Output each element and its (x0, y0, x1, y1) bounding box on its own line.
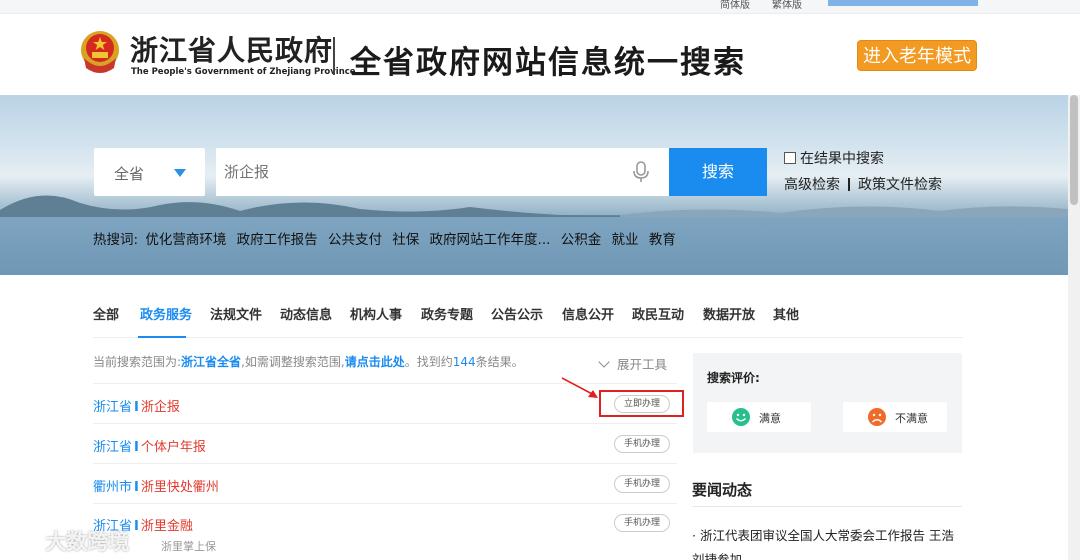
smile-face-icon (732, 408, 750, 426)
scope-found-suffix: 条结果。 (475, 355, 524, 369)
result-meta: 浙里掌上保 (161, 540, 216, 553)
page-title: 全省政府网站信息统一搜索 (350, 45, 746, 81)
caret-down-icon (174, 169, 186, 177)
scrollbar-thumb[interactable] (1070, 95, 1078, 205)
scope-found-prefix: 。找到约 (404, 355, 453, 369)
result-region: 浙江省 (93, 440, 133, 455)
search-scope-info: 当前搜索范围为:浙江省全省,如需调整搜索范围,请点击此处。找到约144条结果。 (93, 353, 524, 370)
top-login-area[interactable] (828, 0, 978, 6)
result-name: 浙企报 (140, 400, 180, 415)
tab-announcements[interactable]: 公告公示 (491, 304, 543, 323)
result-row: 浙江省 I 浙里金融 手机办理 浙里掌上保 (93, 503, 677, 560)
page-scrollbar[interactable] (1068, 95, 1080, 560)
result-name: 浙里金融 (140, 519, 193, 534)
result-row: 浙江省 I 个体户年报 手机办理 (93, 424, 677, 464)
policy-search-link[interactable]: 政策文件检索 (858, 177, 942, 193)
scope-middle: ,如需调整搜索范围, (241, 355, 345, 369)
watermark: 大数跨境 (8, 526, 129, 556)
region-select-value: 全省 (114, 165, 145, 183)
result-separator: I (134, 400, 139, 415)
search-in-results-checkbox[interactable] (784, 152, 796, 164)
top-link-simplified[interactable]: 简体版 (720, 0, 750, 11)
active-tab-indicator (138, 336, 186, 338)
site-header: 浙江省人民政府 The People's Government of Zheji… (0, 15, 1080, 95)
category-tabs: 全部 政务服务 法规文件 动态信息 机构人事 政务专题 公告公示 信息公开 政民… (93, 304, 963, 338)
hot-word[interactable]: 优化营商环境 (145, 232, 226, 248)
tab-special-topics[interactable]: 政务专题 (421, 304, 473, 323)
result-separator: I (134, 519, 139, 534)
hot-search-label: 热搜词: (93, 232, 139, 248)
hot-word[interactable]: 社保 (392, 232, 419, 248)
advanced-search-link[interactable]: 高级检索 (784, 177, 840, 193)
watermark-logo-icon (9, 531, 37, 550)
hot-word[interactable]: 政府工作报告 (237, 232, 318, 248)
result-title[interactable]: 浙江省 I 个体户年报 (93, 436, 206, 455)
expand-tools-label: 展开工具 (617, 357, 668, 372)
tab-regulations[interactable]: 法规文件 (210, 304, 262, 323)
annotation-arrow-icon (561, 377, 598, 398)
search-input[interactable] (216, 148, 669, 196)
header-divider (333, 37, 335, 75)
region-select[interactable]: 全省 (94, 148, 205, 196)
microphone-icon[interactable] (632, 161, 650, 183)
top-strip: 简体版 繁体版 (0, 0, 1080, 14)
search-evaluation-panel: 搜索评价: 满意 不满意 (693, 353, 962, 453)
result-title[interactable]: 浙江省 I 浙企报 (93, 396, 180, 415)
hot-word[interactable]: 教育 (649, 232, 676, 248)
result-name: 浙里快处衢州 (140, 480, 219, 495)
satisfied-button[interactable]: 满意 (707, 402, 811, 432)
result-separator: I (134, 480, 139, 495)
unsatisfied-button[interactable]: 不满意 (843, 402, 947, 432)
national-emblem-icon (81, 31, 119, 73)
tab-personnel[interactable]: 机构人事 (350, 304, 402, 323)
result-name: 个体户年报 (140, 440, 206, 455)
elder-mode-button[interactable]: 进入老年模式 (857, 40, 977, 71)
result-region: 衢州市 (93, 480, 133, 495)
result-count: 144 (452, 355, 476, 369)
tab-news-info[interactable]: 动态信息 (280, 304, 332, 323)
result-region: 浙江省 (93, 400, 133, 415)
scope-adjust-link[interactable]: 请点击此处 (345, 355, 405, 369)
annotation-highlight-box (599, 390, 684, 417)
site-logo-text[interactable]: 浙江省人民政府 (130, 29, 333, 69)
hot-word[interactable]: 就业 (612, 232, 639, 248)
tab-government-services[interactable]: 政务服务 (140, 304, 192, 323)
expand-tools-toggle[interactable]: 展开工具 (598, 354, 668, 373)
hot-search-words: 热搜词: 优化营商环境 政府工作报告 公共支付 社保 政府网站工作年度... 公… (93, 228, 682, 248)
top-link-traditional[interactable]: 繁体版 (772, 0, 802, 11)
satisfied-label: 满意 (759, 412, 781, 425)
result-title[interactable]: 衢州市 I 浙里快处衢州 (93, 476, 219, 495)
news-item-link[interactable]: · 浙江代表团审议全国人大常委会工作报告 王浩刘捷参加 (692, 524, 964, 560)
tab-public-interaction[interactable]: 政民互动 (632, 304, 684, 323)
search-in-results[interactable]: 在结果中搜索 (784, 148, 884, 168)
scope-region: 浙江省全省 (181, 355, 242, 369)
result-row: 衢州市 I 浙里快处衢州 手机办理 (93, 464, 677, 504)
tab-other[interactable]: 其他 (773, 304, 799, 323)
watermark-text: 大数跨境 (45, 530, 130, 554)
hot-word[interactable]: 政府网站工作年度... (430, 232, 551, 248)
result-separator: I (134, 440, 139, 455)
evaluation-title: 搜索评价: (707, 371, 760, 385)
mobile-handle-button[interactable]: 手机办理 (614, 435, 670, 453)
scope-prefix: 当前搜索范围为: (93, 355, 182, 369)
hot-word[interactable]: 公积金 (561, 232, 602, 248)
frown-face-icon (868, 408, 886, 426)
mobile-handle-button[interactable]: 手机办理 (614, 514, 670, 532)
tab-info-disclosure[interactable]: 信息公开 (562, 304, 614, 323)
tab-open-data[interactable]: 数据开放 (703, 304, 755, 323)
news-heading: 要闻动态 (692, 481, 753, 499)
site-logo-english: The People's Government of Zhejiang Prov… (131, 67, 356, 77)
advanced-links: 高级检索 政策文件检索 (784, 174, 942, 194)
link-separator (848, 178, 850, 191)
search-in-results-label: 在结果中搜索 (800, 151, 884, 167)
search-button[interactable]: 搜索 (669, 148, 767, 196)
mobile-handle-button[interactable]: 手机办理 (614, 475, 670, 493)
news-divider (692, 506, 962, 507)
hot-word[interactable]: 公共支付 (328, 232, 382, 248)
chevron-down-icon (598, 356, 610, 368)
unsatisfied-label: 不满意 (895, 412, 928, 425)
tab-all[interactable]: 全部 (93, 304, 119, 323)
